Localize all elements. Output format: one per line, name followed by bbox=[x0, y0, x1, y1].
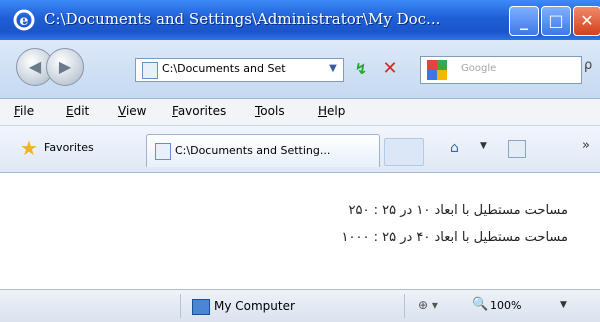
page-content: مساحت مستطیل با ابعاد ۱۰ در ۲۵ : ۲۵۰ مسا… bbox=[0, 173, 600, 289]
new-tab-button[interactable] bbox=[384, 138, 424, 166]
menu-tools[interactable]: Tools bbox=[255, 104, 285, 118]
google-icon bbox=[427, 60, 447, 80]
home-icon[interactable]: ⌂ bbox=[450, 140, 459, 156]
protected-mode-icon[interactable]: ⊕ ▾ bbox=[418, 298, 438, 312]
menu-file[interactable]: File bbox=[14, 104, 34, 118]
search-box[interactable]: Google bbox=[420, 56, 582, 84]
stop-button[interactable]: ✕ bbox=[378, 58, 402, 80]
computer-zone-icon bbox=[192, 299, 210, 315]
toolbar-overflow-icon[interactable]: » bbox=[582, 138, 590, 153]
refresh-go-button[interactable]: ↯ bbox=[349, 58, 373, 80]
menu-edit[interactable]: Edit bbox=[66, 104, 89, 118]
zoom-level[interactable]: 100% bbox=[490, 299, 521, 312]
browser-window: e C:\Documents and Settings\Administrato… bbox=[0, 0, 600, 322]
maximize-button[interactable]: □ bbox=[541, 6, 571, 36]
status-separator bbox=[404, 294, 405, 318]
search-go-icon[interactable]: ρ bbox=[584, 58, 592, 73]
svg-text:e: e bbox=[20, 13, 29, 29]
title-bar: e C:\Documents and Settings\Administrato… bbox=[0, 0, 600, 40]
navigation-bar: ◀ ▶ C:\Documents and Set ▼ ↯ ✕ Google ρ bbox=[0, 40, 600, 99]
close-button[interactable]: ✕ bbox=[573, 6, 600, 36]
page-icon bbox=[142, 62, 158, 79]
tab-page-icon bbox=[155, 143, 171, 160]
status-bar: My Computer ⊕ ▾ 🔍 100% ▼ bbox=[0, 289, 600, 322]
maximize-icon: □ bbox=[548, 11, 564, 30]
search-placeholder: Google bbox=[461, 63, 497, 74]
result-line-2: مساحت مستطیل با ابعاد ۴۰ در ۲۵ : ۱۰۰۰ bbox=[341, 230, 568, 245]
forward-arrow-icon: ▶ bbox=[58, 57, 72, 76]
address-bar[interactable]: C:\Documents and Set ▼ bbox=[135, 58, 344, 82]
menu-bar: File Edit View Favorites Tools Help bbox=[0, 99, 600, 126]
favorites-star-icon[interactable]: ★ bbox=[20, 138, 38, 158]
zoom-dropdown-icon[interactable]: ▼ bbox=[560, 300, 567, 310]
zoom-icon[interactable]: 🔍 bbox=[472, 297, 488, 312]
tab-title: C:\Documents and Setting... bbox=[175, 144, 331, 157]
browser-tab[interactable]: C:\Documents and Setting... bbox=[146, 134, 380, 167]
address-text[interactable]: C:\Documents and Set bbox=[162, 62, 312, 75]
internet-explorer-icon: e bbox=[13, 9, 35, 31]
close-icon: ✕ bbox=[580, 11, 594, 30]
menu-view[interactable]: View bbox=[118, 104, 146, 118]
status-separator bbox=[180, 294, 181, 318]
address-dropdown-icon[interactable]: ▼ bbox=[325, 61, 341, 77]
result-line-1: مساحت مستطیل با ابعاد ۱۰ در ۲۵ : ۲۵۰ bbox=[348, 203, 569, 218]
home-dropdown-icon[interactable]: ▼ bbox=[480, 141, 487, 151]
minimize-button[interactable]: _ bbox=[509, 6, 539, 36]
minimize-icon: _ bbox=[520, 11, 528, 30]
menu-help[interactable]: Help bbox=[318, 104, 345, 118]
favorites-button[interactable]: Favorites bbox=[44, 141, 94, 154]
feeds-icon[interactable] bbox=[508, 140, 526, 158]
menu-favorites[interactable]: Favorites bbox=[172, 104, 226, 118]
forward-button[interactable]: ▶ bbox=[46, 48, 84, 86]
security-zone-text: My Computer bbox=[214, 299, 295, 313]
window-title: C:\Documents and Settings\Administrator\… bbox=[44, 10, 441, 28]
favorites-bar: ★ Favorites C:\Documents and Setting... … bbox=[0, 126, 600, 173]
